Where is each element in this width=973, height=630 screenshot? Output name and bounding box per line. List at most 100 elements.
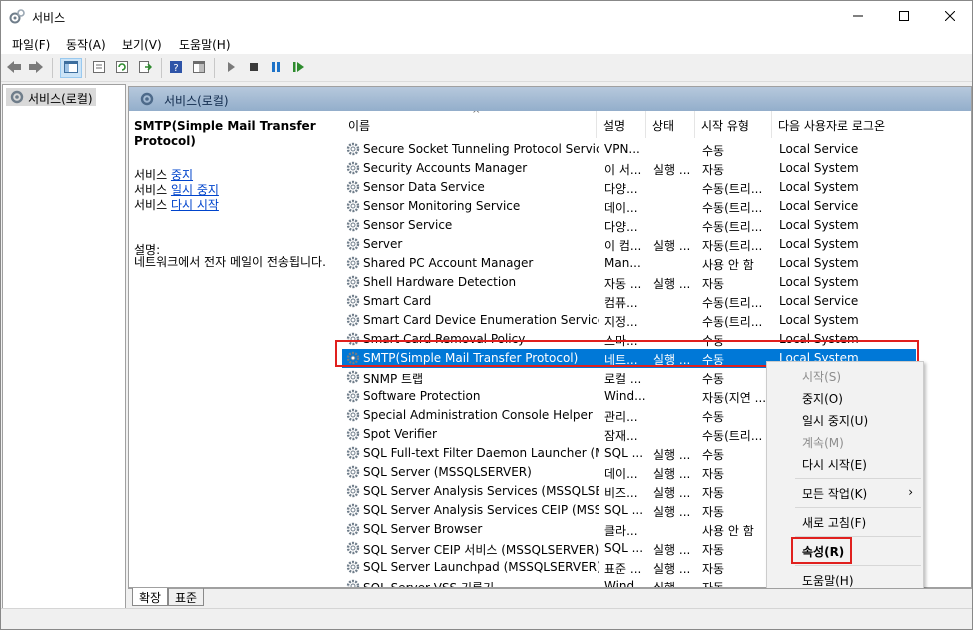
service-logon-cell: Local System bbox=[779, 218, 859, 232]
description-text: 네트워크에서 전자 메일이 전송됩니다. bbox=[134, 255, 326, 269]
toolbar: ? bbox=[1, 54, 972, 82]
restart-service-link[interactable]: 다시 시작 bbox=[171, 198, 219, 212]
ctx-start: 시작(S) bbox=[802, 370, 842, 384]
service-description-cell: 이 컴... bbox=[604, 239, 642, 253]
show-hide-console-tree-button[interactable] bbox=[60, 58, 82, 78]
window-title: 서비스 bbox=[32, 11, 66, 25]
tree-item-services-local[interactable]: 서비스(로컬) bbox=[6, 88, 96, 106]
service-description-cell: SQL ... bbox=[604, 503, 644, 517]
service-description-cell: SQL ... bbox=[604, 541, 644, 555]
ctx-help[interactable]: 도움말(H) bbox=[802, 572, 854, 589]
menu-action[interactable]: 동작(A) bbox=[66, 36, 106, 53]
start-service-button[interactable] bbox=[222, 59, 240, 77]
menu-help[interactable]: 도움말(H) bbox=[179, 36, 231, 53]
action-pane-icon bbox=[192, 60, 206, 77]
show-action-pane-button[interactable] bbox=[190, 59, 208, 77]
ctx-stop[interactable]: 중지(O) bbox=[802, 390, 843, 407]
service-startup-cell: 자동(지연 ... bbox=[702, 391, 767, 405]
service-gear-icon bbox=[345, 502, 361, 521]
ctx-all-tasks[interactable]: 모든 작업(K) bbox=[802, 485, 867, 502]
service-row[interactable]: Shell Hardware Detection 자동 ... 실행 ... 자동 Lo… bbox=[342, 273, 916, 292]
ctx-pause[interactable]: 일시 중지(U) bbox=[802, 412, 868, 429]
service-row[interactable]: Server 이 컴... 실행 ... 자동(트리... Local System bbox=[342, 235, 916, 254]
tab-extended[interactable]: 확장 bbox=[132, 588, 169, 606]
sort-ascending-icon: ^ bbox=[472, 111, 481, 120]
service-description-cell: 데이... bbox=[604, 201, 638, 215]
ctx-restart[interactable]: 다시 시작(E) bbox=[802, 456, 867, 473]
action-prefix: 서비스 bbox=[134, 198, 171, 212]
ctx-refresh[interactable]: 새로 고침(F) bbox=[802, 514, 866, 531]
service-gear-icon bbox=[345, 464, 361, 483]
service-logon-cell: Local Service bbox=[779, 142, 859, 156]
service-name-cell: SQL Server Browser bbox=[363, 522, 483, 536]
restart-service-button[interactable] bbox=[290, 59, 308, 77]
service-row[interactable]: Security Accounts Manager 이 서... 실행 ... 자동 L… bbox=[342, 159, 916, 178]
service-gear-icon bbox=[345, 540, 361, 559]
service-startup-cell: 자동 bbox=[702, 277, 725, 291]
service-name-cell: Secure Socket Tunneling Protocol Service bbox=[363, 142, 599, 156]
export-list-button[interactable] bbox=[136, 59, 154, 77]
service-startup-cell: 수동(트리... bbox=[702, 296, 763, 310]
service-description-cell: 잠재... bbox=[604, 429, 638, 443]
service-description-cell: 클라... bbox=[604, 524, 638, 538]
service-row[interactable]: Smart Card Device Enumeration Service 지정.… bbox=[342, 311, 916, 330]
service-status-cell: 실행 ... bbox=[653, 543, 691, 557]
service-name-cell: Software Protection bbox=[363, 389, 481, 403]
menu-file[interactable]: 파일(F) bbox=[12, 36, 50, 53]
service-startup-cell: 수동(트리... bbox=[702, 429, 763, 443]
menu-separator bbox=[795, 565, 921, 566]
minimize-button[interactable] bbox=[835, 1, 881, 32]
service-description-cell: 지정... bbox=[604, 315, 638, 329]
back-button[interactable] bbox=[5, 59, 23, 77]
pause-service-link[interactable]: 일시 중지 bbox=[171, 183, 219, 197]
service-gear-icon bbox=[345, 198, 361, 217]
service-name-cell: SQL Full-text Filter Daemon Launcher (M.… bbox=[363, 446, 599, 460]
description-pane: SMTP(Simple Mail Transfer Protocol) 서비스 … bbox=[129, 111, 332, 587]
service-name-cell: Sensor Service bbox=[363, 218, 453, 232]
stop-service-link[interactable]: 중지 bbox=[171, 168, 193, 182]
column-header-description[interactable]: 설명 bbox=[597, 111, 646, 138]
service-description-cell: SQL ... bbox=[604, 446, 644, 460]
submenu-arrow-icon: › bbox=[908, 485, 913, 499]
service-startup-cell: 자동 bbox=[702, 163, 725, 177]
service-gear-icon bbox=[345, 160, 361, 179]
pause-service-button[interactable] bbox=[267, 59, 285, 77]
service-row[interactable]: Sensor Data Service 다양... 수동(트리... Local Sy… bbox=[342, 178, 916, 197]
service-status-cell: 실행 ... bbox=[653, 467, 691, 481]
column-header-startup-type[interactable]: 시작 유형 bbox=[695, 111, 772, 138]
properties-toolbar-button[interactable] bbox=[90, 59, 108, 77]
refresh-icon bbox=[115, 60, 129, 77]
stop-service-button[interactable] bbox=[245, 59, 263, 77]
menu-view[interactable]: 보기(V) bbox=[122, 36, 162, 53]
column-header-logon-as[interactable]: 다음 사용자로 로그온 bbox=[772, 111, 922, 138]
service-row[interactable]: Sensor Service 다양... 수동(트리... Local System bbox=[342, 216, 916, 235]
service-gear-icon bbox=[345, 141, 361, 160]
service-row[interactable]: Secure Socket Tunneling Protocol Service… bbox=[342, 140, 916, 159]
close-button[interactable] bbox=[927, 1, 973, 32]
maximize-button[interactable] bbox=[881, 1, 927, 32]
refresh-toolbar-button[interactable] bbox=[113, 59, 131, 77]
service-logon-cell: Local System bbox=[779, 180, 859, 194]
forward-button[interactable] bbox=[27, 59, 45, 77]
service-row[interactable]: Smart Card 컴퓨... 수동(트리... Local Service bbox=[342, 292, 916, 311]
service-description-cell: 컴퓨... bbox=[604, 296, 638, 310]
tab-standard[interactable]: 표준 bbox=[168, 588, 205, 606]
service-row[interactable]: Sensor Monitoring Service 데이... 수동(트리... Lo… bbox=[342, 197, 916, 216]
service-gear-icon bbox=[345, 312, 361, 331]
tree-item-label: 서비스(로컬) bbox=[28, 92, 93, 106]
action-prefix: 서비스 bbox=[134, 183, 171, 197]
service-status-cell: 실행 ... bbox=[653, 579, 697, 587]
help-book-icon: ? bbox=[169, 60, 183, 77]
service-row[interactable]: Shared PC Account Manager Man... 사용 안 함 Loc… bbox=[342, 254, 916, 273]
service-status-cell: 실행 ... bbox=[653, 448, 691, 462]
service-description-cell: 데이... bbox=[604, 467, 638, 481]
service-logon-cell: Local System bbox=[779, 161, 859, 175]
service-status-cell: 실행 ... bbox=[653, 239, 691, 253]
service-description-cell: Wind... bbox=[604, 389, 646, 403]
title-bar: 서비스 bbox=[1, 1, 972, 32]
service-gear-icon bbox=[345, 236, 361, 255]
column-header-status[interactable]: 상태 bbox=[646, 111, 695, 138]
column-header-name[interactable]: ^ 이름 bbox=[342, 111, 597, 138]
help-toolbar-button[interactable]: ? bbox=[167, 59, 185, 77]
service-startup-cell: 자동(트리... bbox=[702, 239, 763, 253]
